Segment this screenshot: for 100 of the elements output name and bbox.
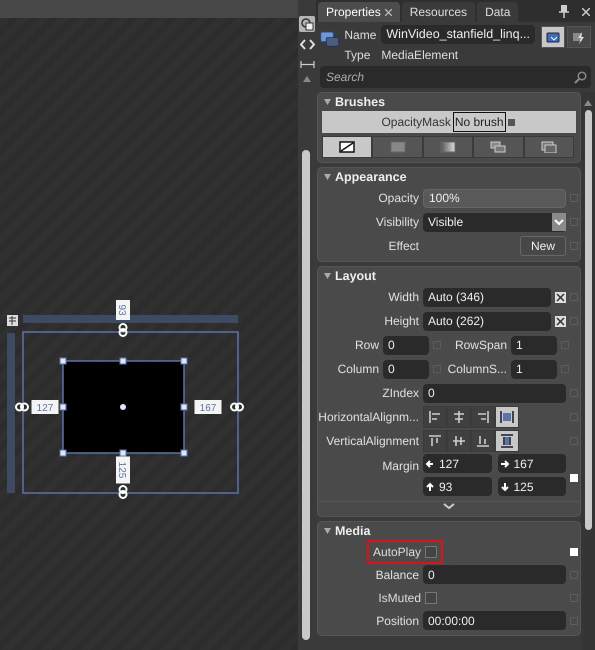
events-icon [571, 30, 587, 44]
caret-icon [552, 213, 566, 231]
alignment-button[interactable] [423, 430, 447, 452]
pin-icon [559, 5, 569, 18]
alignment-button[interactable] [495, 430, 519, 452]
margin-field[interactable]: 167 [498, 454, 566, 473]
value-field[interactable]: 0 [383, 360, 429, 378]
section-title: Media [335, 522, 370, 540]
value-field[interactable]: 0 [383, 336, 429, 354]
autosize-icon[interactable] [555, 292, 566, 302]
horizontal-align-icon [500, 410, 514, 424]
dropdown[interactable]: Visible [423, 212, 566, 232]
margin-label: 93 [116, 304, 127, 316]
vertical-align-icon [428, 434, 442, 448]
value-field[interactable]: 1 [511, 336, 557, 354]
value-field[interactable]: 00:00:00 [423, 611, 566, 630]
type-label: Type [344, 47, 372, 64]
resource-brush-icon [540, 141, 557, 153]
brush-marker[interactable] [508, 118, 515, 126]
alignment-button[interactable] [471, 430, 495, 452]
type-value: MediaElement [381, 47, 460, 64]
alignment-button[interactable] [471, 406, 495, 428]
checkbox[interactable] [425, 546, 437, 558]
property-label: Balance [374, 566, 420, 584]
vertical-align-icon [476, 434, 490, 448]
expander-icon[interactable] [324, 528, 331, 534]
vertical-align-icon [500, 434, 514, 448]
value-field[interactable]: Auto (262) [423, 312, 551, 330]
scrollbar-thumb[interactable] [302, 150, 310, 640]
value-field[interactable]: 100% [423, 188, 566, 208]
margin-field[interactable]: 125 [498, 477, 566, 496]
expander-icon[interactable] [324, 99, 331, 105]
close-icon [384, 8, 392, 16]
scroll-up-icon[interactable] [584, 100, 592, 106]
property-label: VerticalAlignment [325, 433, 420, 450]
property-label: Column [336, 361, 380, 378]
alignment-button[interactable] [495, 406, 519, 428]
tool-button[interactable] [299, 16, 315, 32]
link-icon[interactable] [15, 402, 29, 412]
link-icon[interactable] [118, 485, 128, 499]
left-arrow-icon [425, 458, 435, 468]
name-field[interactable]: WinVideo_stanfield_linq... [381, 25, 535, 44]
margin-label: 125 [116, 462, 127, 478]
margin-field[interactable]: 93 [423, 477, 492, 496]
name-label: Name [344, 26, 376, 44]
property-label: Effect [388, 238, 420, 255]
property-label: Height [383, 313, 420, 330]
property-label: HorizontalAlignm... [318, 409, 420, 426]
value-field[interactable]: 0 [423, 565, 566, 584]
value-field[interactable]: 0 [423, 384, 566, 402]
property-label: Margin [381, 458, 420, 475]
link-icon[interactable] [230, 402, 244, 412]
view-toggle[interactable] [541, 26, 565, 48]
section-title: Brushes [335, 94, 386, 111]
panel-tab[interactable]: Properties [318, 2, 400, 22]
view-toggle[interactable] [567, 26, 591, 48]
property-label: Visibility [374, 214, 420, 231]
brush-type-button[interactable] [422, 136, 474, 158]
search-field[interactable]: Search [324, 67, 574, 87]
property-label: AutoPlay [372, 544, 421, 560]
horizontal-align-icon [476, 410, 490, 424]
value-field[interactable]: Auto (346) [423, 288, 551, 306]
scrollbar[interactable] [581, 92, 595, 650]
brush-type-button[interactable] [322, 136, 372, 158]
property-label: ZIndex [381, 385, 420, 402]
alignment-button[interactable] [447, 406, 471, 428]
search-box[interactable]: Search [320, 66, 591, 88]
scroll-up-icon [303, 76, 311, 82]
brush-type-button[interactable] [473, 136, 524, 158]
property-label: OpacityMask [381, 114, 451, 131]
property-label: RowSpan [454, 337, 508, 354]
checkbox[interactable] [425, 592, 437, 604]
alignment-button[interactable] [423, 406, 447, 428]
new-button[interactable]: New [520, 236, 566, 256]
grid-icon [7, 315, 18, 326]
properties-icon [545, 30, 561, 44]
tile-brush-icon [490, 141, 506, 153]
expand-more-icon[interactable] [443, 503, 455, 511]
margin-field[interactable]: 127 [423, 454, 492, 473]
panel-tab[interactable]: Resources [402, 2, 476, 22]
close-icon[interactable] [582, 8, 590, 16]
center-handle[interactable] [120, 404, 126, 410]
autosize-icon[interactable] [555, 316, 566, 326]
panel-tab[interactable]: Data [477, 2, 518, 22]
value-field[interactable]: 1 [511, 360, 557, 378]
brush-value[interactable]: No brush [452, 112, 506, 132]
section-title: Appearance [335, 168, 407, 186]
margin-label: 127 [36, 403, 54, 414]
solid-brush-icon [390, 141, 406, 153]
expander-icon[interactable] [324, 273, 331, 279]
expander-icon[interactable] [324, 174, 331, 180]
code-icon [300, 36, 314, 52]
down-arrow-icon [500, 482, 510, 492]
brush-type-button[interactable] [524, 136, 574, 158]
right-arrow-icon [500, 458, 510, 468]
alignment-button[interactable] [447, 430, 471, 452]
link-icon[interactable] [118, 323, 128, 337]
property-label: Row [354, 337, 380, 354]
property-label: Opacity [377, 190, 420, 207]
property-label: ColumnS... [446, 361, 508, 378]
